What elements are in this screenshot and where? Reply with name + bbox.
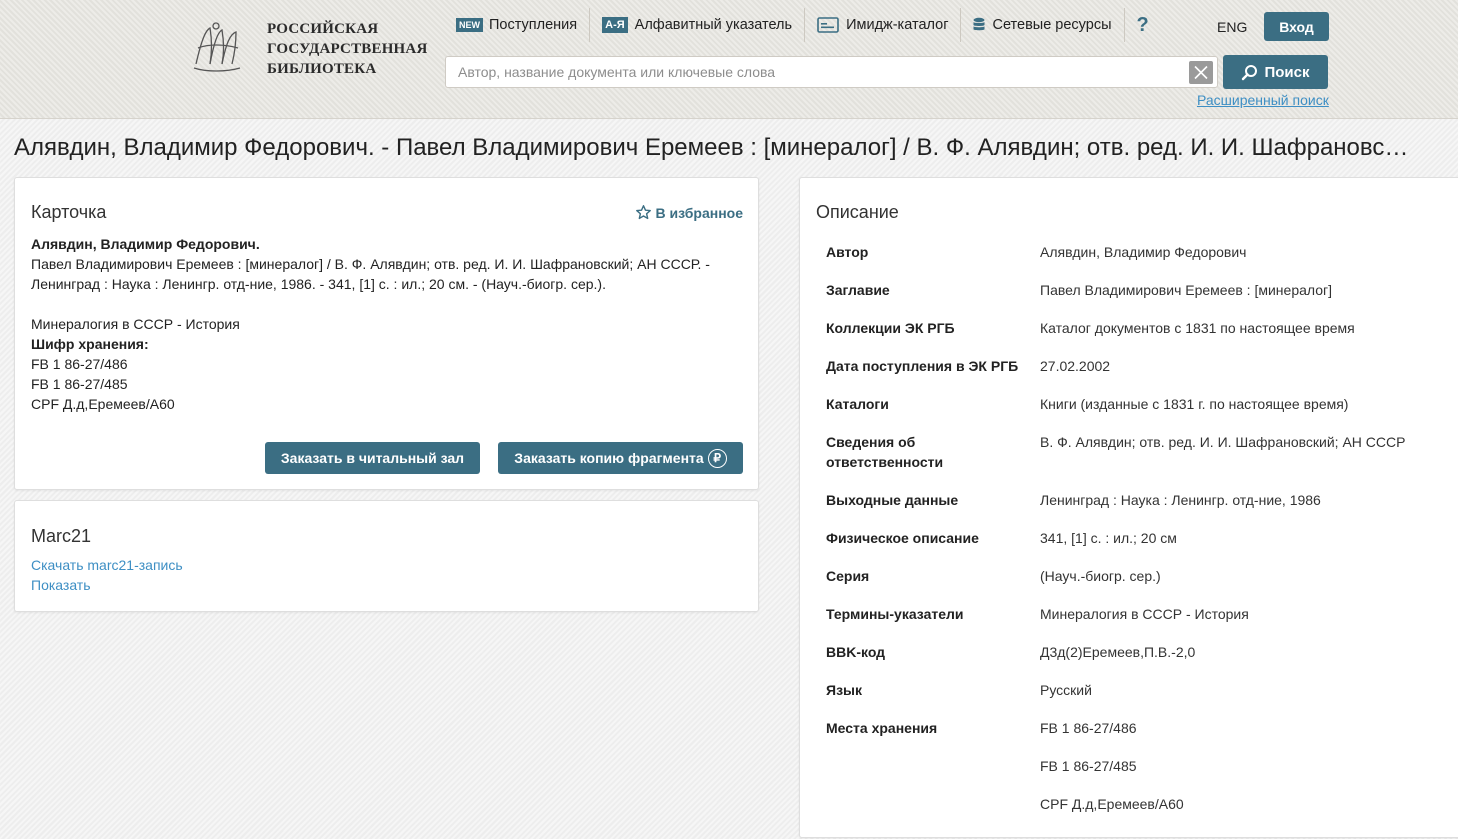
field-value: FB 1 86-27/485 bbox=[1040, 758, 1137, 774]
search-input[interactable] bbox=[446, 57, 1186, 87]
field-value: (Науч.-биогр. сер.) bbox=[1040, 568, 1161, 584]
new-badge-icon: NEW bbox=[456, 18, 483, 32]
field-label: Физическое описание bbox=[826, 530, 979, 546]
field-value: 341, [1] с. : ил.; 20 см bbox=[1040, 530, 1177, 546]
field-value: Русский bbox=[1040, 682, 1092, 698]
nav-divider bbox=[1123, 8, 1125, 42]
star-icon bbox=[635, 205, 651, 220]
search-button[interactable]: Поиск bbox=[1223, 55, 1328, 89]
logo-line-2: ГОСУДАРСТВЕННАЯ bbox=[267, 41, 428, 57]
storage-code: FB 1 86-27/486 bbox=[31, 356, 128, 372]
nav-image-catalog[interactable]: Имидж-каталог bbox=[817, 8, 960, 42]
search-icon bbox=[1242, 64, 1258, 80]
nav-label: Поступления bbox=[489, 17, 578, 33]
nav-divider bbox=[804, 8, 806, 42]
field-value: Алявдин, Владимир Федорович bbox=[1040, 244, 1247, 260]
order-copy-button[interactable]: Заказать копию фрагмента ₽ bbox=[498, 442, 743, 474]
marc21-panel-title: Marc21 bbox=[31, 526, 92, 546]
advanced-search-link[interactable]: Расширенный поиск bbox=[1197, 92, 1329, 108]
card-description-line: Павел Владимирович Еремеев : [минералог]… bbox=[31, 256, 710, 272]
field-value: Каталог документов с 1831 по настоящее в… bbox=[1040, 320, 1355, 336]
nav-divider bbox=[589, 8, 591, 42]
close-icon bbox=[1194, 65, 1208, 80]
nav-label: Алфавитный указатель bbox=[634, 17, 793, 33]
storage-code-label: Шифр хранения: bbox=[31, 336, 149, 352]
field-label: Заглавие bbox=[826, 282, 890, 298]
login-button[interactable]: Вход bbox=[1264, 12, 1329, 41]
card-panel: Карточка В избранное Алявдин, Владимир Ф… bbox=[14, 177, 759, 490]
field-value: FB 1 86-27/486 bbox=[1040, 720, 1137, 736]
help-icon[interactable]: ? bbox=[1137, 14, 1159, 37]
field-value: 27.02.2002 bbox=[1040, 358, 1111, 374]
ruble-icon: ₽ bbox=[707, 448, 727, 468]
add-to-favorites-button[interactable]: В избранное bbox=[635, 204, 743, 221]
field-value: Минералогия в СССР - История bbox=[1040, 606, 1249, 622]
field-value: Павел Владимирович Еремеев : [минералог] bbox=[1040, 282, 1332, 298]
library-name-logo[interactable]: РОССИЙСКАЯ ГОСУДАРСТВЕННАЯ БИБЛИОТЕКА bbox=[267, 19, 428, 79]
field-label: Автор bbox=[826, 244, 869, 260]
card-panel-title: Карточка bbox=[31, 202, 107, 222]
field-value: В. Ф. Алявдин; отв. ред. И. И. Шафрановс… bbox=[1040, 434, 1406, 450]
storage-code: FB 1 86-27/485 bbox=[31, 376, 128, 392]
nav-label: Сетевые ресурсы bbox=[992, 17, 1112, 33]
field-label: Дата поступления в ЭК РГБ bbox=[826, 358, 1019, 374]
field-value: Ленинград : Наука : Ленингр. отд-ние, 19… bbox=[1040, 492, 1321, 508]
search-box bbox=[445, 56, 1218, 88]
field-value: Д3д(2)Еремеев,П.В.-2,0 bbox=[1040, 644, 1196, 660]
rgb-monogram-logo-icon[interactable] bbox=[188, 18, 244, 74]
field-value: Книги (изданные с 1831 г. по настоящее в… bbox=[1040, 396, 1349, 412]
field-label: Выходные данные bbox=[826, 492, 959, 508]
card-body: Алявдин, Владимир Федорович. Павел Влади… bbox=[31, 234, 741, 414]
language-switch[interactable]: ENG bbox=[1217, 19, 1247, 35]
card-subject: Минералогия в СССР - История bbox=[31, 316, 240, 332]
storage-code: CPF Д.д,Еремеев/А60 bbox=[31, 396, 175, 412]
field-label: Термины-указатели bbox=[826, 606, 964, 622]
nav-divider bbox=[960, 8, 962, 42]
field-label: Коллекции ЭК РГБ bbox=[826, 320, 955, 336]
field-label: Язык bbox=[826, 682, 862, 698]
nav-new-arrivals[interactable]: NEW Поступления bbox=[456, 8, 589, 42]
field-value: CPF Д.д,Еремеев/А60 bbox=[1040, 796, 1184, 812]
card-description-line: Ленинград : Наука : Ленингр. отд-ние, 19… bbox=[31, 276, 606, 292]
description-panel-title: Описание bbox=[816, 202, 899, 222]
field-label: Серия bbox=[826, 568, 870, 584]
search-button-label: Поиск bbox=[1264, 63, 1310, 81]
card-catalog-icon bbox=[817, 17, 839, 33]
description-panel: Описание Автор Алявдин, Владимир Федоров… bbox=[799, 177, 1458, 838]
download-marc21-link[interactable]: Скачать marc21-запись bbox=[31, 557, 183, 573]
nav-alphabetical-index[interactable]: А-Я Алфавитный указатель bbox=[602, 8, 804, 42]
field-label: Сведения об ответственности bbox=[826, 434, 944, 470]
field-label: BBK-код bbox=[826, 644, 886, 660]
database-icon bbox=[973, 17, 985, 30]
favorites-label: В избранное bbox=[655, 204, 743, 221]
order-reading-room-button[interactable]: Заказать в читальный зал bbox=[265, 442, 480, 474]
show-marc21-link[interactable]: Показать bbox=[31, 577, 91, 593]
logo-line-3: БИБЛИОТЕКА bbox=[267, 61, 377, 77]
field-label: Места хранения bbox=[826, 720, 938, 736]
site-header: РОССИЙСКАЯ ГОСУДАРСТВЕННАЯ БИБЛИОТЕКА NE… bbox=[0, 0, 1458, 119]
order-copy-label: Заказать копию фрагмента bbox=[514, 450, 704, 466]
field-label: Каталоги bbox=[826, 396, 889, 412]
clear-search-button[interactable] bbox=[1189, 61, 1213, 84]
nav-label: Имидж-каталог bbox=[846, 17, 949, 33]
page-title: Алявдин, Владимир Федорович. - Павел Вла… bbox=[14, 134, 1414, 161]
card-author: Алявдин, Владимир Федорович. bbox=[31, 236, 260, 252]
marc21-panel: Marc21 Скачать marc21-запись Показать bbox=[14, 500, 759, 612]
az-badge-icon: А-Я bbox=[602, 17, 628, 33]
nav-network-resources[interactable]: Сетевые ресурсы bbox=[973, 8, 1123, 42]
top-nav: NEW Поступления А-Я Алфавитный указатель… bbox=[456, 8, 1159, 42]
logo-line-1: РОССИЙСКАЯ bbox=[267, 21, 379, 37]
